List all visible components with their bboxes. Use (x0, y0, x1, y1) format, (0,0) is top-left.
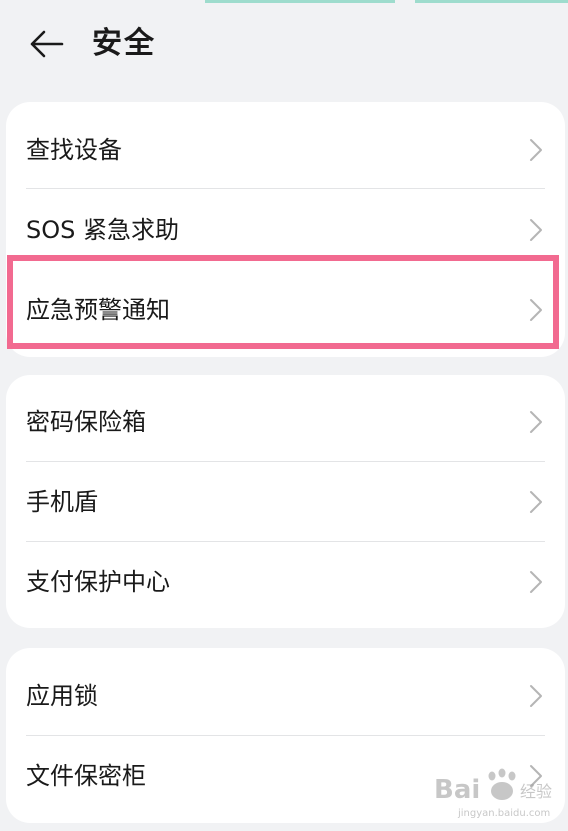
settings-item-label: 应用锁 (26, 682, 98, 710)
settings-item-app-lock[interactable]: 应用锁 (6, 656, 565, 736)
status-bar-strip (0, 0, 568, 3)
settings-item-label: 应急预警通知 (26, 296, 170, 324)
chevron-right-icon (530, 139, 542, 161)
header: 安全 (0, 14, 568, 74)
baidu-watermark: Bai 经验 jingyan.baidu.com (430, 764, 560, 826)
watermark-url: jingyan.baidu.com (458, 808, 551, 819)
settings-item-label: 文件保密柜 (26, 762, 146, 790)
chevron-right-icon (530, 219, 542, 241)
settings-item-label: 密码保险箱 (26, 408, 146, 436)
settings-item-label: SOS 紧急求助 (26, 216, 179, 244)
chevron-right-icon (530, 571, 542, 593)
divider (26, 188, 545, 189)
chevron-right-icon (530, 299, 542, 321)
paw-logo-icon: Bai 经验 (434, 768, 552, 805)
settings-item-phone-shield[interactable]: 手机盾 (6, 462, 565, 542)
settings-item-label: 支付保护中心 (26, 568, 170, 596)
settings-item-sos[interactable]: SOS 紧急求助 (6, 190, 565, 270)
settings-item-emergency-alerts[interactable]: 应急预警通知 (6, 270, 565, 350)
arrow-left-icon (30, 30, 64, 58)
chevron-right-icon (530, 685, 542, 707)
svg-text:经验: 经验 (520, 782, 552, 801)
svg-text:Bai: Bai (434, 775, 480, 805)
settings-item-payment-protection[interactable]: 支付保护中心 (6, 542, 565, 622)
chevron-right-icon (530, 411, 542, 433)
settings-item-find-device[interactable]: 查找设备 (6, 110, 565, 190)
settings-group-2: 密码保险箱 手机盾 支付保护中心 (6, 375, 565, 628)
settings-item-password-vault[interactable]: 密码保险箱 (6, 382, 565, 462)
back-button[interactable] (24, 22, 68, 66)
chevron-right-icon (530, 491, 542, 513)
settings-item-label: 查找设备 (26, 136, 122, 164)
settings-group-1: 查找设备 SOS 紧急求助 应急预警通知 (6, 102, 565, 357)
settings-item-label: 手机盾 (26, 488, 98, 516)
page-title: 安全 (92, 26, 156, 61)
